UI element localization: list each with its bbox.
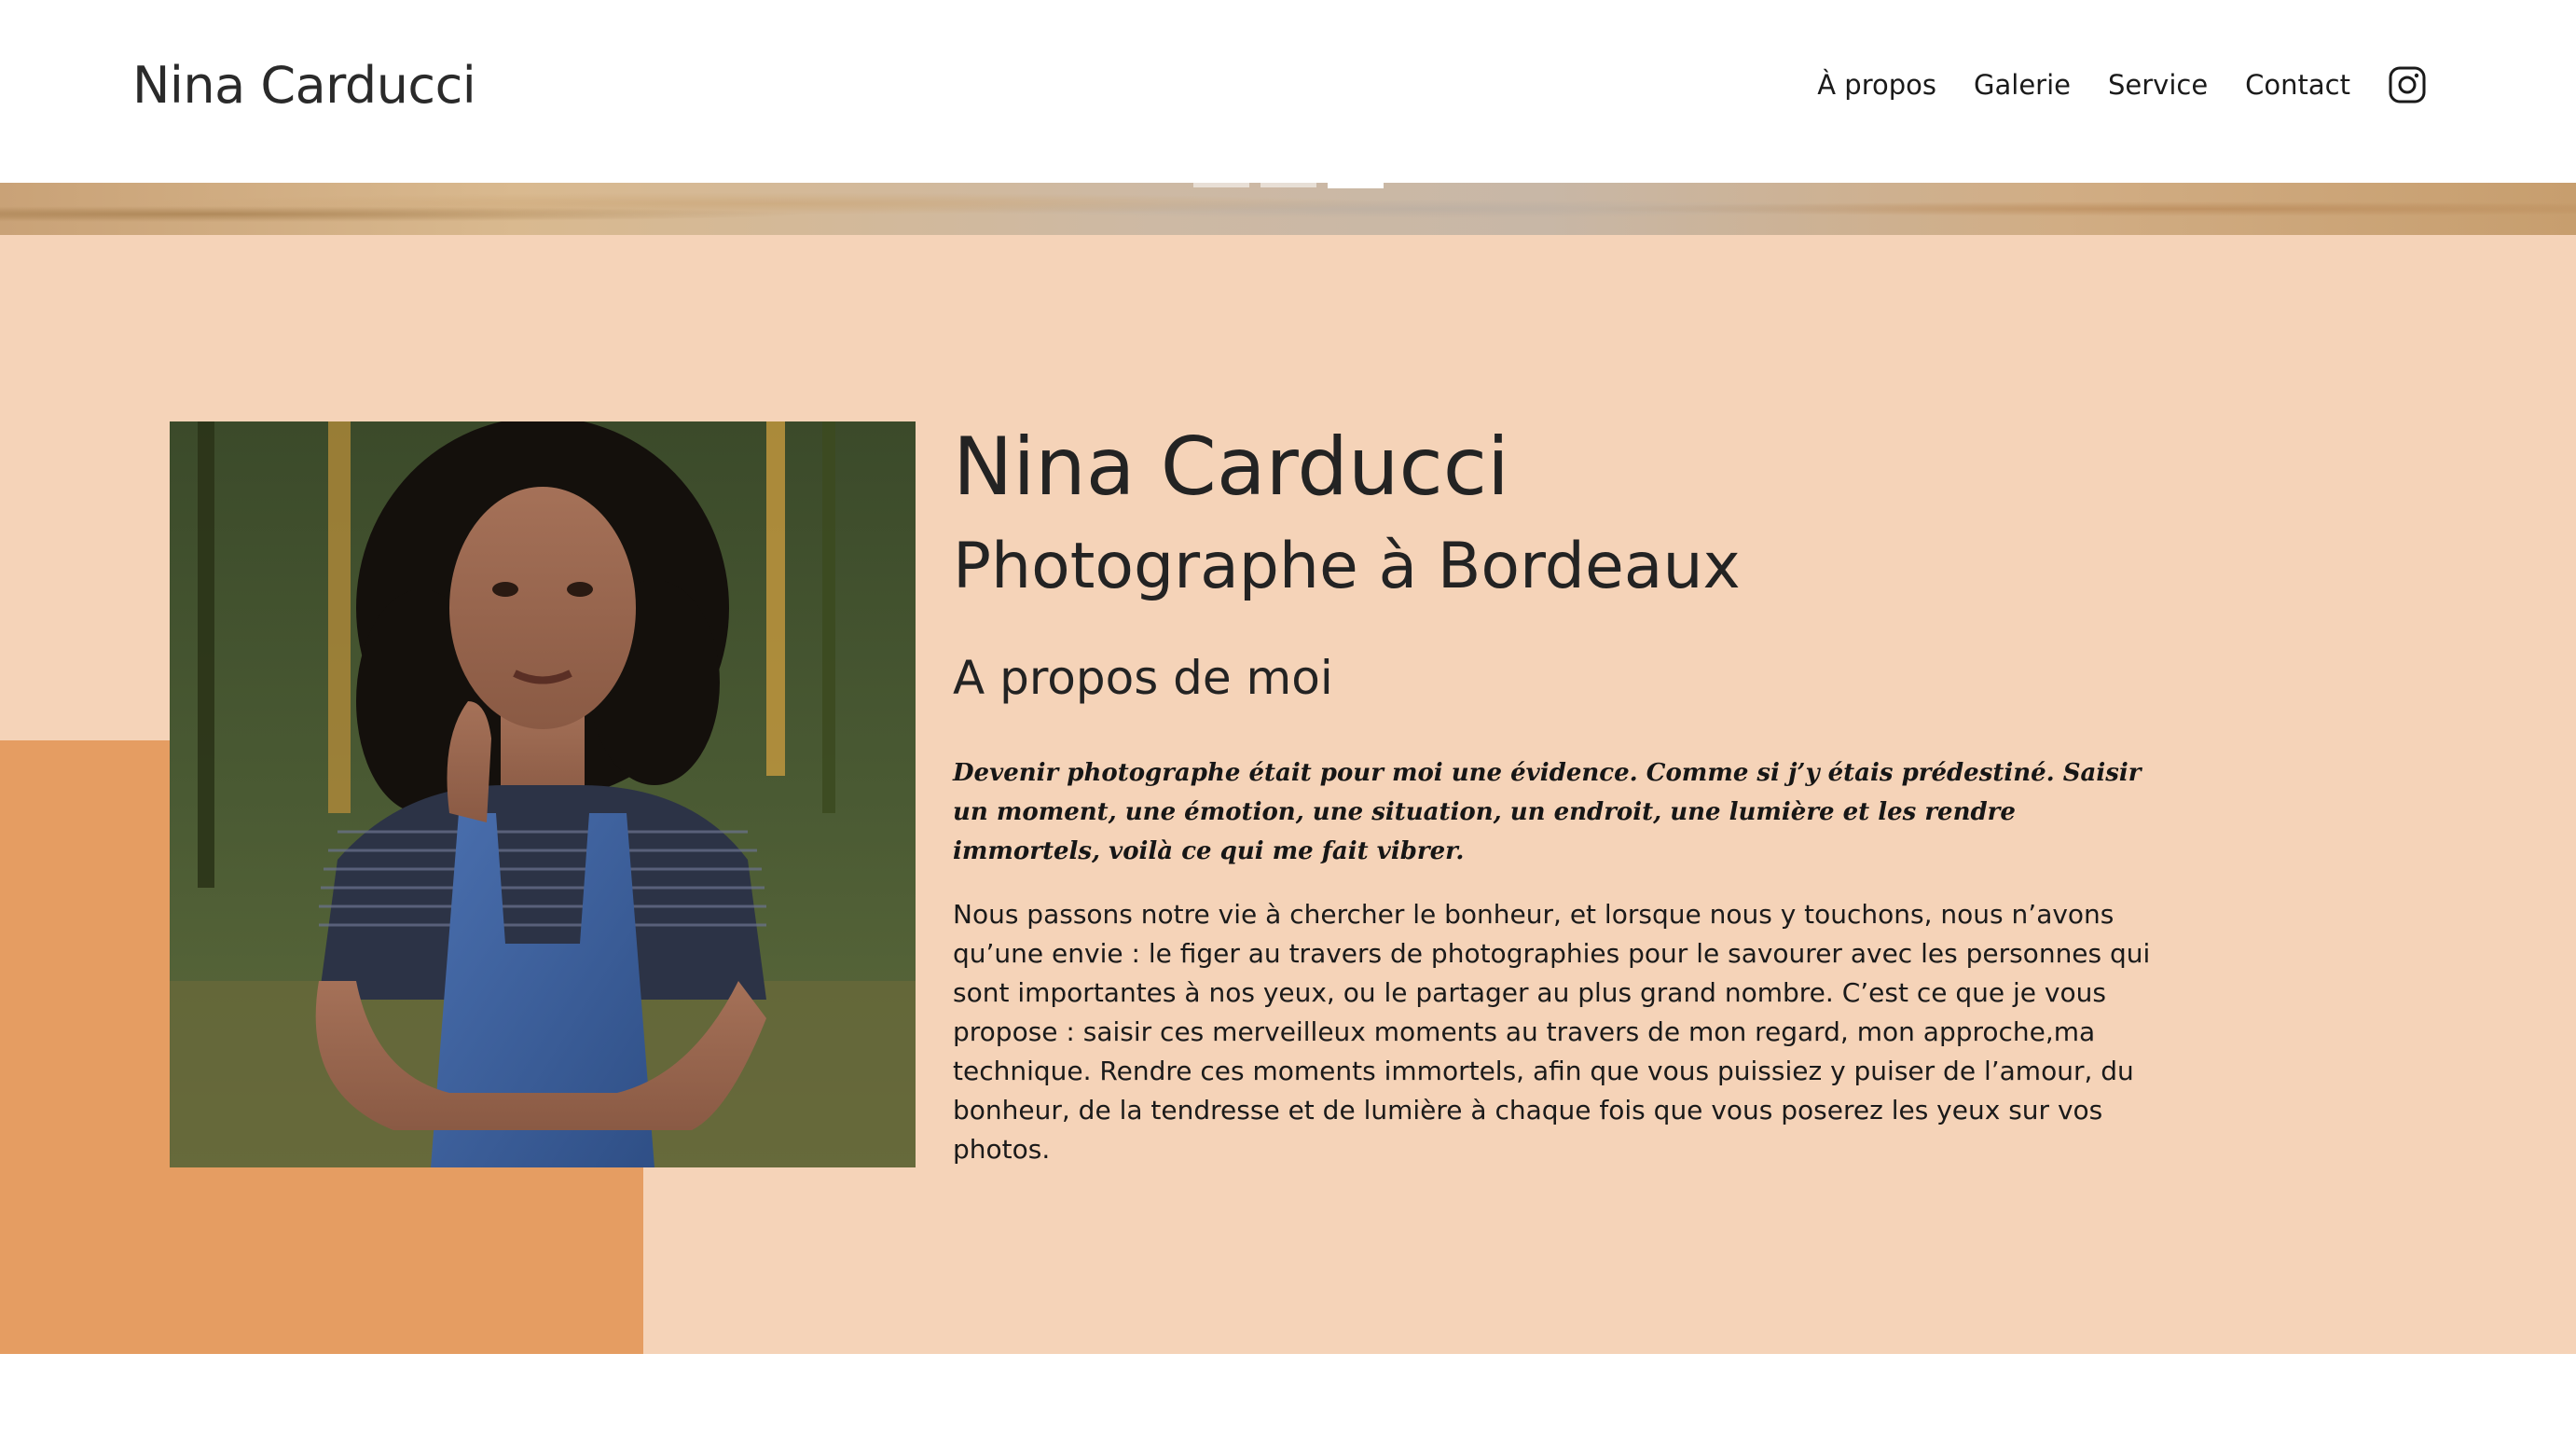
portrait-photo <box>170 421 916 1167</box>
about-text: Nina Carducci Photographe à Bordeaux A p… <box>953 421 2156 1169</box>
hero-carousel-image <box>0 183 2576 235</box>
quote-text: Devenir photographe était pour moi une é… <box>953 759 2142 865</box>
instagram-icon[interactable] <box>2388 65 2427 104</box>
carousel-indicator-1[interactable] <box>1193 183 1249 187</box>
section-heading: A propos de moi <box>953 651 1333 705</box>
nav-item-contact[interactable]: Contact <box>2245 69 2350 101</box>
nav-item-service[interactable]: Service <box>2108 69 2208 101</box>
page-subtitle: Photographe à Bordeaux <box>953 530 1741 603</box>
carousel-indicator-2[interactable] <box>1260 183 1316 187</box>
nav-item-galerie[interactable]: Galerie <box>1974 69 2071 101</box>
main-nav: À propos Galerie Service Contact <box>1817 65 2427 104</box>
nav-item-a-propos[interactable]: À propos <box>1817 69 1936 101</box>
site-header: Nina Carducci À propos Galerie Service C… <box>0 0 2576 183</box>
page-title: Nina Carducci <box>953 421 1509 514</box>
body-paragraph: Nous passons notre vie à chercher le bon… <box>953 899 2151 1165</box>
carousel-indicator-3[interactable] <box>1328 183 1384 188</box>
carousel-indicators <box>1193 183 1384 188</box>
brand-logo[interactable]: Nina Carducci <box>132 56 476 115</box>
page-bottom-space <box>0 1354 2576 1450</box>
